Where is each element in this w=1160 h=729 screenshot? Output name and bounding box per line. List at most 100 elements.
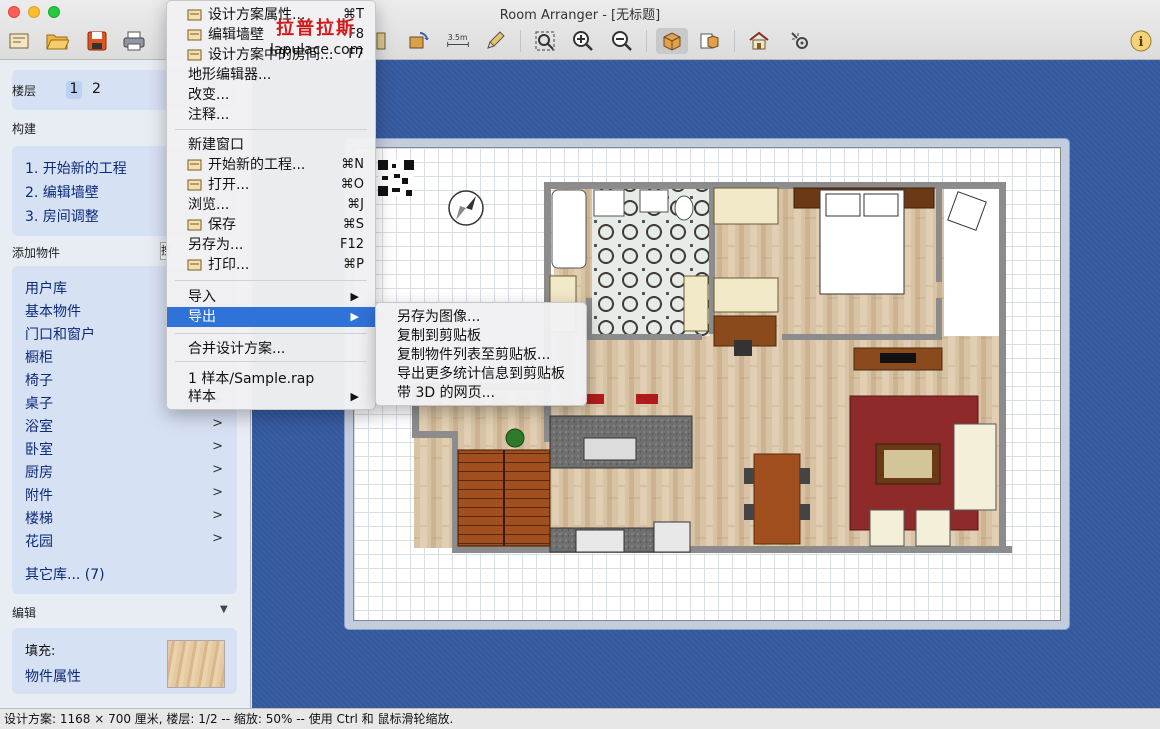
pillow[interactable] <box>825 193 861 217</box>
armchair[interactable] <box>869 509 905 547</box>
chevron-right-icon: > <box>212 439 223 454</box>
file-menu-item[interactable]: 合并设计方案... <box>167 339 375 359</box>
library-category[interactable]: 花园 > <box>12 531 237 551</box>
house-icon[interactable] <box>746 28 772 54</box>
new-plan-icon[interactable] <box>6 28 32 54</box>
library-category[interactable]: 厨房 > <box>12 462 237 482</box>
library-category-label: 门口和窗户 <box>25 327 95 343</box>
library-category-label: 用户库 <box>25 281 67 297</box>
dining-chair[interactable] <box>800 504 810 520</box>
cabinet[interactable] <box>713 277 779 313</box>
file-menu-item-label: 改变... <box>188 87 230 103</box>
bathtub[interactable] <box>551 189 587 269</box>
file-menu-item[interactable]: 打开... ⌘O <box>167 175 375 195</box>
file-menu-item[interactable]: 浏览... ⌘J <box>167 195 375 215</box>
pillow[interactable] <box>863 193 899 217</box>
rotate-object-icon[interactable] <box>405 28 431 54</box>
file-menu-item[interactable]: 另存为... F12 <box>167 235 375 255</box>
sink[interactable] <box>593 189 625 217</box>
export-submenu-item[interactable]: 复制物件列表至剪贴板... <box>376 346 586 365</box>
object-properties-link[interactable]: 物件属性 <box>25 666 81 686</box>
dining-chair[interactable] <box>744 468 754 484</box>
bar-stool[interactable] <box>636 394 658 404</box>
library-category-label: 橱柜 <box>25 350 53 366</box>
zoom-in-icon[interactable] <box>570 28 596 54</box>
tv[interactable] <box>880 353 916 363</box>
info-icon[interactable]: i <box>1128 28 1154 54</box>
build-step-edit-walls[interactable]: 2. 编辑墙壁 <box>25 182 99 202</box>
file-menu-item-label: 编辑墙壁 <box>208 27 264 43</box>
export-submenu-item[interactable]: 导出更多统计信息到剪贴板 <box>376 365 586 384</box>
library-category-label: 基本物件 <box>25 304 81 320</box>
file-menu-item[interactable]: 注释... <box>167 105 375 125</box>
submenu-arrow-icon: ▶ <box>350 290 359 303</box>
fill-swatch[interactable] <box>167 640 225 688</box>
library-category-label: 桌子 <box>25 396 53 412</box>
menu-separator <box>175 280 367 281</box>
floor-1-tab[interactable]: 1 <box>66 81 82 99</box>
washbasin[interactable] <box>639 189 669 213</box>
file-menu-item-label: 地形编辑器... <box>188 67 272 83</box>
new-project-icon <box>187 158 202 172</box>
open-folder-icon[interactable] <box>44 28 70 54</box>
file-menu-item[interactable]: 改变... <box>167 85 375 105</box>
menu-shortcut: ⌘S <box>342 217 364 232</box>
menu-separator <box>175 129 367 130</box>
edit-collapse-icon[interactable]: ▼ <box>220 604 228 615</box>
3d-box-icon[interactable] <box>656 28 688 54</box>
file-menu-item-label: 导入 <box>188 289 216 305</box>
file-menu-item[interactable]: 打印... ⌘P <box>167 255 375 275</box>
print-icon[interactable] <box>121 28 147 54</box>
settings-icon[interactable] <box>787 28 813 54</box>
dining-chair[interactable] <box>800 468 810 484</box>
library-category[interactable]: 卧室 > <box>12 439 237 459</box>
zoom-out-icon[interactable] <box>609 28 635 54</box>
file-menu-item[interactable]: 开始新的工程... ⌘N <box>167 155 375 175</box>
floor-2-tab[interactable]: 2 <box>92 81 101 97</box>
file-menu-item[interactable]: 地形编辑器... <box>167 65 375 85</box>
file-menu-item[interactable]: 1 样本/Sample.rap <box>167 369 375 389</box>
armchair[interactable] <box>915 509 951 547</box>
fridge[interactable] <box>653 521 691 553</box>
plant[interactable] <box>505 428 525 448</box>
other-libraries-link[interactable]: 其它库... (7) <box>25 564 105 584</box>
cabinet[interactable] <box>683 275 709 332</box>
menu-separator <box>175 333 367 334</box>
kitchen-sink[interactable] <box>583 437 637 461</box>
chevron-right-icon: > <box>212 531 223 546</box>
export-submenu-item[interactable]: 带 3D 的网页... <box>376 384 586 403</box>
build-step-new-project[interactable]: 1. 开始新的工程 <box>25 158 127 178</box>
dining-table[interactable] <box>753 453 801 545</box>
3d-boxes-icon[interactable] <box>697 28 723 54</box>
library-category[interactable]: 楼梯 > <box>12 508 237 528</box>
library-category[interactable]: 浴室 > <box>12 416 237 436</box>
file-menu-item-label: 打印... <box>208 257 250 273</box>
file-menu-item[interactable]: 导出 ▶ <box>167 307 375 327</box>
save-disk-icon[interactable] <box>84 28 110 54</box>
measure-label: 3.5m <box>448 33 468 42</box>
file-menu-item[interactable]: 样本 ▶ <box>167 387 375 407</box>
file-menu-item[interactable]: 导入 ▶ <box>167 287 375 307</box>
pencil-icon[interactable] <box>482 28 508 54</box>
office-chair[interactable] <box>734 340 752 356</box>
file-menu-item[interactable]: 保存 ⌘S <box>167 215 375 235</box>
coffee-table-top <box>884 450 932 478</box>
menu-shortcut: ⌘J <box>347 197 364 212</box>
library-category[interactable]: 附件 > <box>12 485 237 505</box>
dining-chair[interactable] <box>744 504 754 520</box>
measure-icon[interactable]: 3.5m <box>444 28 472 54</box>
file-menu-item-label: 另存为... <box>188 237 244 253</box>
wardrobe[interactable] <box>713 187 779 225</box>
zoom-fit-icon[interactable] <box>532 28 558 54</box>
stove[interactable] <box>575 529 625 553</box>
export-submenu-item[interactable]: 复制到剪贴板 <box>376 327 586 346</box>
chevron-right-icon: > <box>212 416 223 431</box>
file-menu-item[interactable]: 新建窗口 <box>167 135 375 155</box>
chevron-right-icon: > <box>212 485 223 500</box>
export-submenu-item[interactable]: 另存为图像... <box>376 308 586 327</box>
toilet[interactable] <box>674 195 694 221</box>
sofa[interactable] <box>953 423 997 511</box>
build-step-adjust-rooms[interactable]: 3. 房间调整 <box>25 206 99 226</box>
file-menu-item-label: 新建窗口 <box>188 137 244 153</box>
plan-props-icon <box>187 8 202 22</box>
